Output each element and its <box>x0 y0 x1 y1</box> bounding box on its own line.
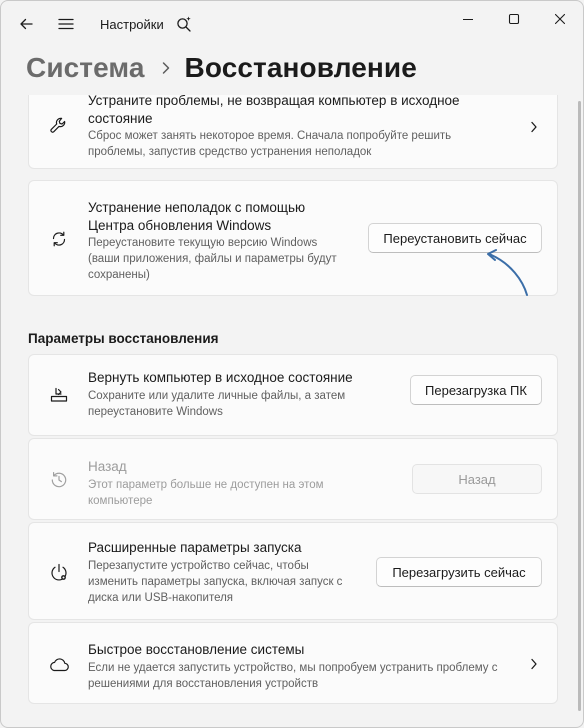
go-back-title: Назад <box>88 459 127 474</box>
maximize-icon[interactable] <box>491 1 537 37</box>
chevron-right-icon <box>528 657 540 671</box>
cloud-icon <box>47 653 71 677</box>
wrench-icon <box>47 114 71 138</box>
reset-pc-desc-line2: переустановите Windows <box>88 406 223 418</box>
quick-recovery-desc: Если не удается запустить устройство, мы… <box>88 662 498 674</box>
reset-pc-button[interactable]: Перезагрузка ПК <box>410 375 542 405</box>
chevron-right-icon <box>528 120 540 134</box>
go-back-card: Назад Этот параметр больше не доступен н… <box>28 438 558 520</box>
settings-window: Настройки Система Восстановление Устрани… <box>0 0 584 728</box>
windows-update-title-line2: Центра обновления Windows <box>88 218 272 233</box>
go-back-button: Назад <box>412 464 542 494</box>
troubleshoot-desc: Сброс может занять некоторое время. Снач… <box>88 130 452 142</box>
advanced-startup-desc-line3: диска или USB-накопителя <box>88 592 234 604</box>
troubleshoot-title: Устраните проблемы, не возвращая компьют… <box>88 95 460 108</box>
restart-now-button[interactable]: Перезагрузить сейчас <box>376 557 542 587</box>
windows-update-desc-line3: сохранены) <box>88 269 150 281</box>
go-back-desc: Этот параметр больше не доступен на этом <box>88 479 324 491</box>
quick-recovery-card[interactable]: Быстрое восстановление системы Если не у… <box>28 622 558 704</box>
windows-update-repair-card: Устранение неполадок с помощью Центра об… <box>28 180 558 296</box>
reset-pc-title: Вернуть компьютер в исходное состояние <box>88 370 353 385</box>
reset-pc-card: Вернуть компьютер в исходное состояние С… <box>28 354 558 436</box>
quick-recovery-title: Быстрое восстановление системы <box>88 642 305 657</box>
breadcrumb: Система Восстановление <box>26 48 417 88</box>
refresh-icon <box>47 227 71 251</box>
advanced-startup-desc-line2: изменить параметры запуска, включая запу… <box>88 576 343 588</box>
scrollbar[interactable] <box>578 101 581 711</box>
settings-content: Устраните проблемы, не возвращая компьют… <box>1 95 583 727</box>
settings-search-icon[interactable] <box>171 11 197 37</box>
go-back-desc-line2: компьютере <box>88 495 153 507</box>
windows-update-desc: Переустановите текущую версию Windows <box>88 237 318 249</box>
recovery-options-heading: Параметры восстановления <box>28 331 219 346</box>
quick-recovery-desc-line2: решениями для восстановления устройств <box>88 678 319 690</box>
windows-update-title: Устранение неполадок с помощью <box>88 200 306 215</box>
reset-pc-icon <box>47 383 71 407</box>
reset-pc-desc: Сохраните или удалите личные файлы, а за… <box>88 390 346 402</box>
troubleshoot-title-line2: состояние <box>88 111 153 126</box>
troubleshoot-desc-line2: проблемы, запустив средство устранения н… <box>88 146 372 158</box>
advanced-startup-title: Расширенные параметры запуска <box>88 540 302 555</box>
page-title: Восстановление <box>184 52 417 83</box>
troubleshoot-card[interactable]: Устраните проблемы, не возвращая компьют… <box>28 95 558 169</box>
annotation-arrow <box>487 249 528 296</box>
breadcrumb-system[interactable]: Система <box>26 52 145 84</box>
close-icon[interactable] <box>537 1 583 37</box>
back-arrow-icon[interactable] <box>13 11 39 37</box>
title-bar: Настройки <box>1 1 583 47</box>
app-title: Настройки <box>100 17 164 32</box>
chevron-right-icon <box>161 61 171 75</box>
windows-update-desc-line2: (ваши приложения, файлы и параметры буду… <box>88 253 337 265</box>
history-icon <box>47 468 71 492</box>
advanced-startup-card: Расширенные параметры запуска Перезапуст… <box>28 522 558 620</box>
hamburger-icon[interactable] <box>53 11 79 37</box>
power-settings-icon <box>47 561 71 585</box>
advanced-startup-desc: Перезапустите устройство сейчас, чтобы <box>88 560 309 572</box>
minimize-icon[interactable] <box>445 1 491 37</box>
